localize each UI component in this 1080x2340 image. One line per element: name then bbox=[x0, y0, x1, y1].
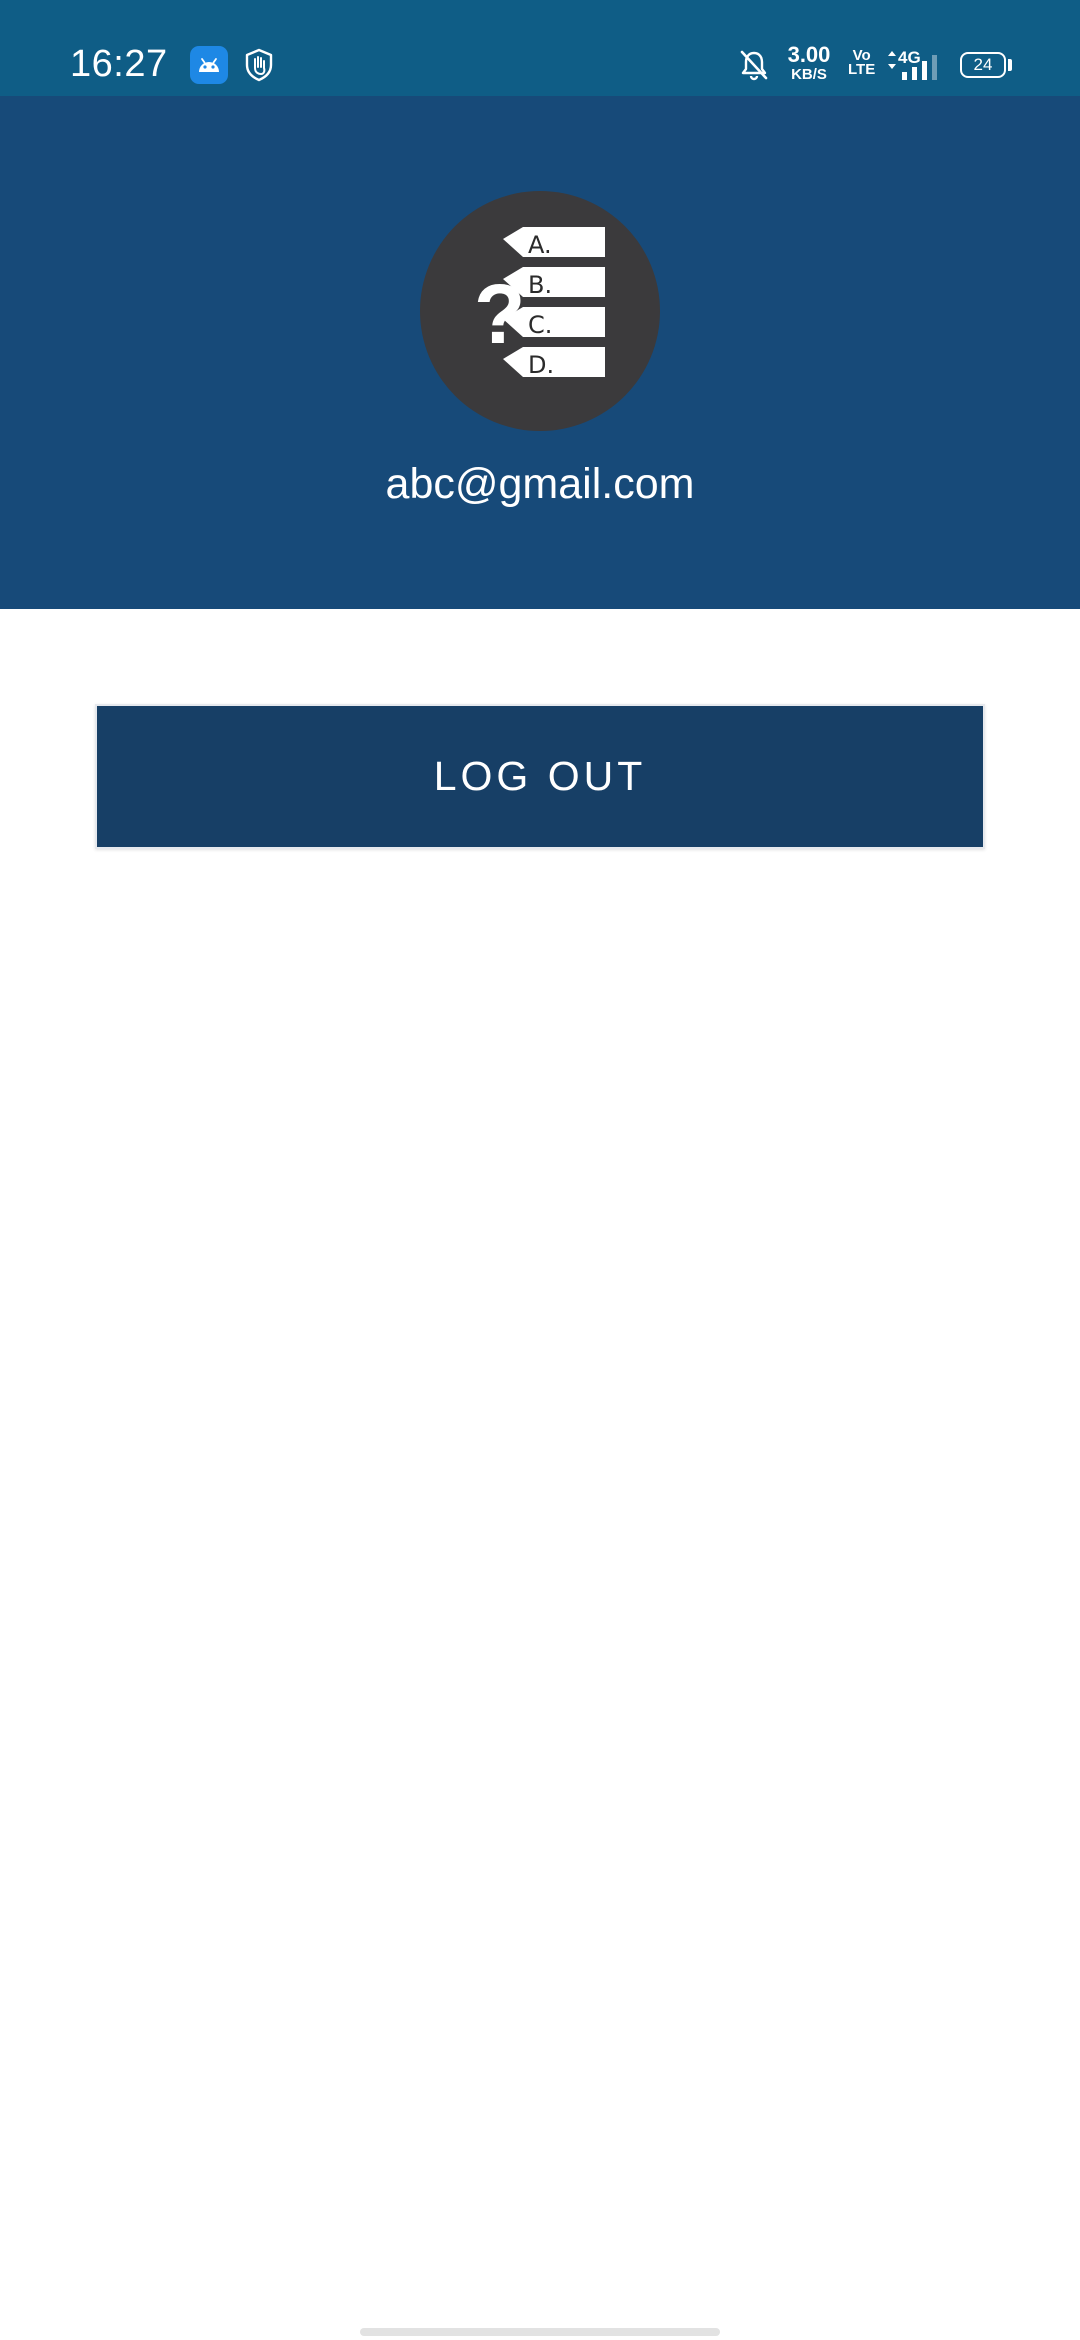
battery-level: 24 bbox=[973, 55, 993, 74]
data-arrows-icon bbox=[888, 51, 896, 69]
logout-button-label: LOG OUT bbox=[433, 753, 647, 799]
quiz-logo-icon: ? A. B. C. D. bbox=[420, 191, 660, 431]
gesture-nav-handle[interactable] bbox=[360, 2328, 720, 2336]
network-speed-value: 3.00 bbox=[787, 42, 831, 67]
shield-hand-icon bbox=[240, 46, 278, 84]
user-email: abc@gmail.com bbox=[385, 460, 695, 508]
logout-button[interactable]: LOG OUT bbox=[95, 704, 985, 849]
network-speed-unit: KB/S bbox=[791, 66, 827, 83]
profile-screen: 16:27 3.00 KB/S Vo LTE 4G 24 ? A. B. C. … bbox=[0, 0, 1080, 2340]
status-time: 16:27 bbox=[70, 43, 168, 85]
bell-off-icon bbox=[740, 50, 768, 81]
android-icon bbox=[190, 46, 228, 84]
network-speed: 3.00 KB/S bbox=[783, 42, 835, 83]
logo-option-d: D. bbox=[528, 351, 554, 379]
volte-indicator: Vo LTE bbox=[848, 48, 876, 78]
battery-tip bbox=[1008, 59, 1012, 71]
status-bar: 16:27 3.00 KB/S Vo LTE 4G 24 bbox=[0, 0, 1080, 96]
logo-option-a: A. bbox=[528, 231, 552, 259]
battery-icon: 24 bbox=[960, 52, 1006, 78]
signal-bars-icon bbox=[902, 55, 937, 80]
logo-option-b: B. bbox=[528, 271, 552, 299]
profile-header: ? A. B. C. D. abc@gmail.com bbox=[0, 96, 1080, 609]
volte-bottom: LTE bbox=[848, 61, 876, 78]
logo-option-c: C. bbox=[528, 311, 552, 339]
